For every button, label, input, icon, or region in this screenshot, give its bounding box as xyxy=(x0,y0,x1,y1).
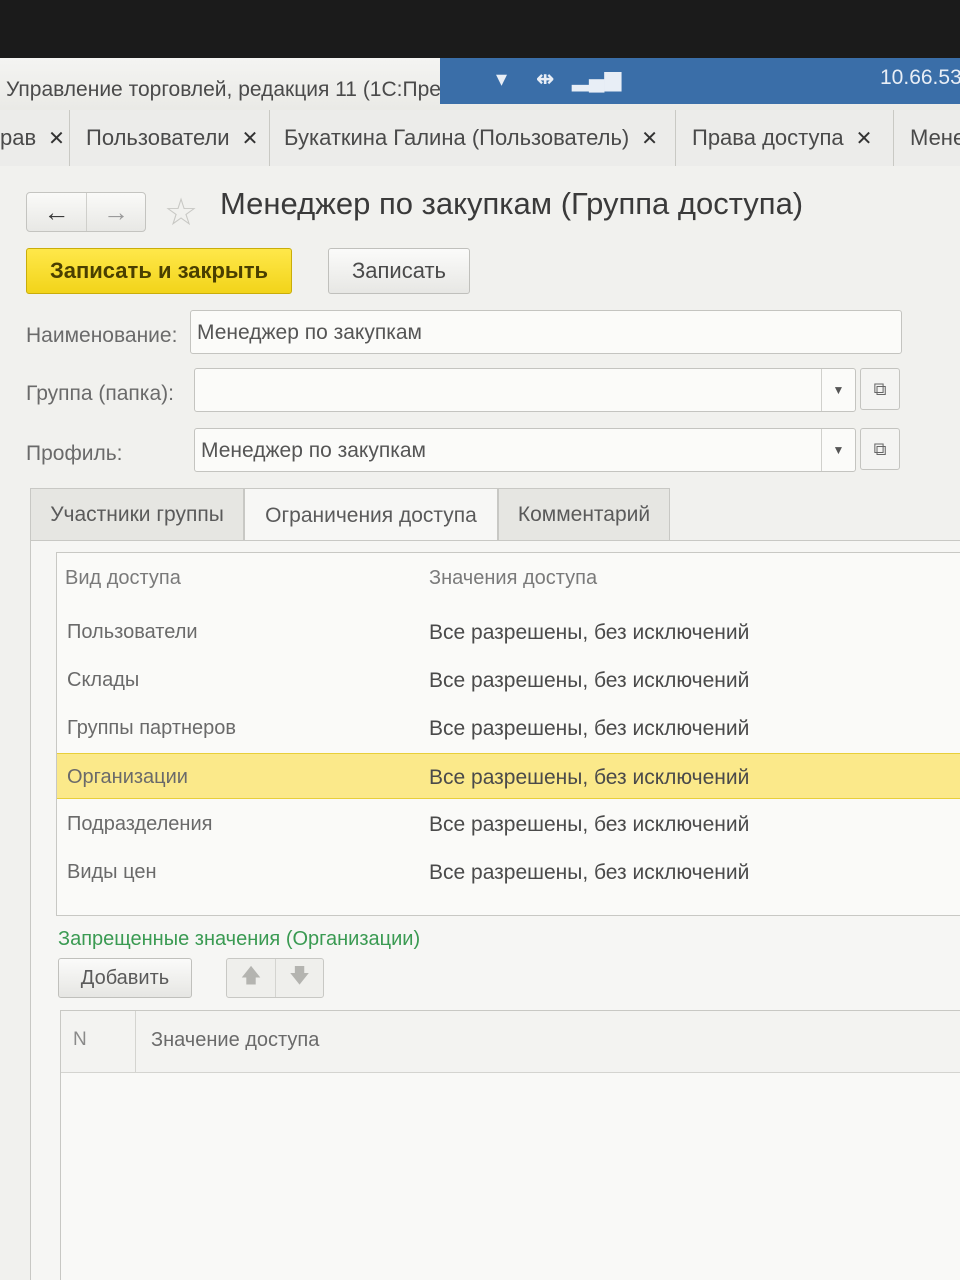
tab-access-rights[interactable]: Права доступа ✕ xyxy=(676,110,894,166)
forward-arrow-icon[interactable]: → xyxy=(85,193,145,231)
add-button[interactable]: Добавить xyxy=(58,958,192,998)
table-row[interactable]: Склады Все разрешены, без исключений xyxy=(57,657,960,703)
profile-value: Менеджер по закупкам xyxy=(201,439,426,462)
tab-manager-partial[interactable]: Мене xyxy=(894,110,960,166)
group-label: Группа (папка): xyxy=(26,382,174,405)
remote-ip: 10.66.53. xyxy=(880,66,960,89)
group-field[interactable]: ▼ xyxy=(194,368,856,412)
table-header: N Значение доступа xyxy=(61,1011,960,1073)
navigation-buttons: ← → xyxy=(26,192,146,232)
table-row[interactable]: Пользователи Все разрешены, без исключен… xyxy=(57,609,960,655)
table-row[interactable]: Подразделения Все разрешены, без исключе… xyxy=(57,801,960,847)
remote-session-bar: ▾ ⇹ ▂▄▆ 10.66.53. xyxy=(440,58,960,104)
dropdown-arrow-icon[interactable]: ▼ xyxy=(821,369,855,411)
pin-icon[interactable]: ⇹ xyxy=(536,66,554,92)
chevron-down-icon[interactable]: ▾ xyxy=(496,66,507,92)
open-icon[interactable]: ⧉ xyxy=(860,428,900,470)
app-title: Управление торговлей, редакция 11 (1С:Пр… xyxy=(6,78,441,101)
open-icon[interactable]: ⧉ xyxy=(860,368,900,410)
access-kinds-table: Вид доступа Значения доступа Пользовател… xyxy=(56,552,960,916)
save-and-close-button[interactable]: Записать и закрыть xyxy=(26,248,292,294)
back-arrow-icon[interactable]: ← xyxy=(27,193,86,231)
name-label: Наименование: xyxy=(26,324,178,347)
arrow-up-icon[interactable]: 🡅 xyxy=(227,959,275,997)
signal-icon: ▂▄▆ xyxy=(572,66,622,91)
close-icon[interactable]: ✕ xyxy=(856,126,873,151)
tab-rights-partial[interactable]: рав ✕ xyxy=(0,110,70,166)
star-icon[interactable]: ☆ xyxy=(164,190,198,235)
table-row-selected[interactable]: Организации Все разрешены, без исключени… xyxy=(57,753,960,799)
profile-field[interactable]: Менеджер по закупкам ▼ xyxy=(194,428,856,472)
profile-label: Профиль: xyxy=(26,442,123,465)
name-field[interactable]: Менеджер по закупкам xyxy=(190,310,902,354)
page-title: Менеджер по закупкам (Группа доступа) xyxy=(220,186,804,221)
tab-comment[interactable]: Комментарий xyxy=(498,488,670,540)
tab-user-bukatkina[interactable]: Букаткина Галина (Пользователь) ✕ xyxy=(270,110,676,166)
app-window: Управление торговлей, редакция 11 (1С:Пр… xyxy=(0,58,960,1280)
table-row[interactable]: Группы партнеров Все разрешены, без искл… xyxy=(57,705,960,751)
column-header-kind[interactable]: Вид доступа xyxy=(65,567,181,590)
column-header-values[interactable]: Значения доступа xyxy=(429,567,597,590)
move-buttons: 🡅 🡇 xyxy=(226,958,324,998)
tab-group-members[interactable]: Участники группы xyxy=(30,488,244,540)
close-icon[interactable]: ✕ xyxy=(242,126,259,151)
window-tab-bar: рав ✕ Пользователи ✕ Букаткина Галина (П… xyxy=(0,110,960,166)
dropdown-arrow-icon[interactable]: ▼ xyxy=(821,429,855,471)
tab-users[interactable]: Пользователи ✕ xyxy=(70,110,270,166)
arrow-down-icon[interactable]: 🡇 xyxy=(275,959,323,997)
tab-access-restrictions[interactable]: Ограничения доступа xyxy=(244,488,498,542)
close-icon[interactable]: ✕ xyxy=(48,126,65,151)
close-icon[interactable]: ✕ xyxy=(641,126,658,151)
table-row[interactable]: Виды цен Все разрешены, без исключений xyxy=(57,849,960,895)
denied-values-table: N Значение доступа xyxy=(60,1010,960,1280)
column-header-access-value[interactable]: Значение доступа xyxy=(151,1029,319,1052)
column-header-n[interactable]: N xyxy=(73,1029,87,1051)
save-button[interactable]: Записать xyxy=(328,248,470,294)
denied-values-title: Запрещенные значения (Организации) xyxy=(58,928,421,950)
